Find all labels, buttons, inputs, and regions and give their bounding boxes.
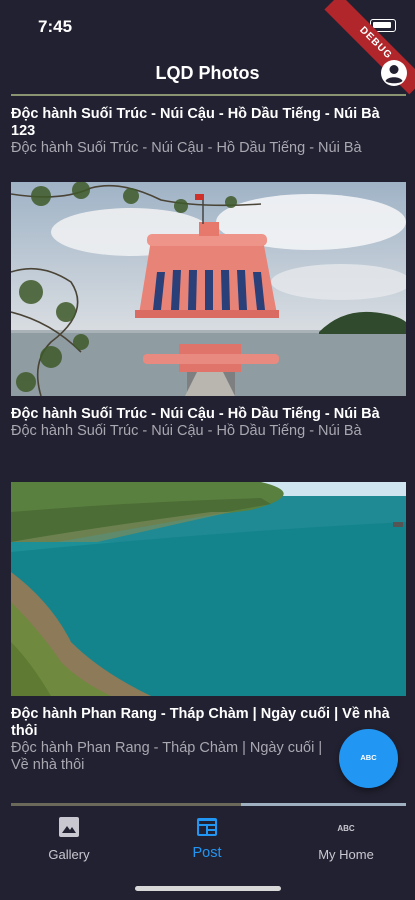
nav-item-post[interactable]: Post: [138, 814, 276, 864]
post-image-partial[interactable]: [11, 94, 406, 96]
account-circle-icon[interactable]: [380, 59, 408, 87]
post-title: Độc hành Suối Trúc - Núi Cậu - Hồ Dầu Ti…: [11, 406, 380, 422]
post-card[interactable]: Độc hành Suối Trúc - Núi Cậu - Hồ Dầu Ti…: [11, 182, 406, 462]
article-icon: [197, 818, 217, 836]
nav-item-my-home[interactable]: ABC My Home: [277, 814, 415, 864]
home-indicator: [135, 886, 281, 891]
status-time: 7:45: [38, 17, 73, 36]
nav-label-gallery: Gallery: [48, 847, 90, 862]
post-title: Độc hành Suối Trúc - Núi Cậu - Hồ Dầu Ti…: [11, 106, 380, 139]
post-image[interactable]: [11, 182, 406, 396]
post-subtitle: Độc hành Suối Trúc - Núi Cậu - Hồ Dầu Ti…: [11, 140, 362, 156]
nav-item-gallery[interactable]: Gallery: [0, 814, 138, 864]
image-icon: [59, 817, 79, 837]
post-image-partial[interactable]: [11, 798, 406, 806]
nav-label-my-home: My Home: [318, 847, 374, 862]
post-subtitle: Độc hành Suối Trúc - Núi Cậu - Hồ Dầu Ti…: [11, 423, 362, 439]
post-feed[interactable]: Độc hành Suối Trúc - Núi Cậu - Hồ Dầu Ti…: [0, 94, 415, 806]
bottom-navigation: Gallery Post ABC My Home: [0, 806, 415, 900]
abc-icon: ABC: [337, 824, 355, 833]
post-title: Độc hành Phan Rang - Tháp Chàm | Ngày cu…: [11, 706, 390, 739]
post-subtitle: Độc hành Phan Rang - Tháp Chàm | Ngày cu…: [11, 740, 323, 773]
post-image[interactable]: [11, 482, 406, 696]
status-bar: 7:45 DEBUG: [0, 0, 415, 95]
fab-label: ABC: [360, 753, 377, 762]
abc-fab-button[interactable]: ABC: [339, 729, 398, 788]
svg-text:ABC: ABC: [337, 824, 355, 833]
post-card[interactable]: Độc hành Suối Trúc - Núi Cậu - Hồ Dầu Ti…: [11, 106, 406, 157]
app-bar: LQD Photos: [0, 52, 415, 94]
page-title: LQD Photos: [155, 63, 260, 83]
nav-label-post: Post: [192, 845, 222, 861]
